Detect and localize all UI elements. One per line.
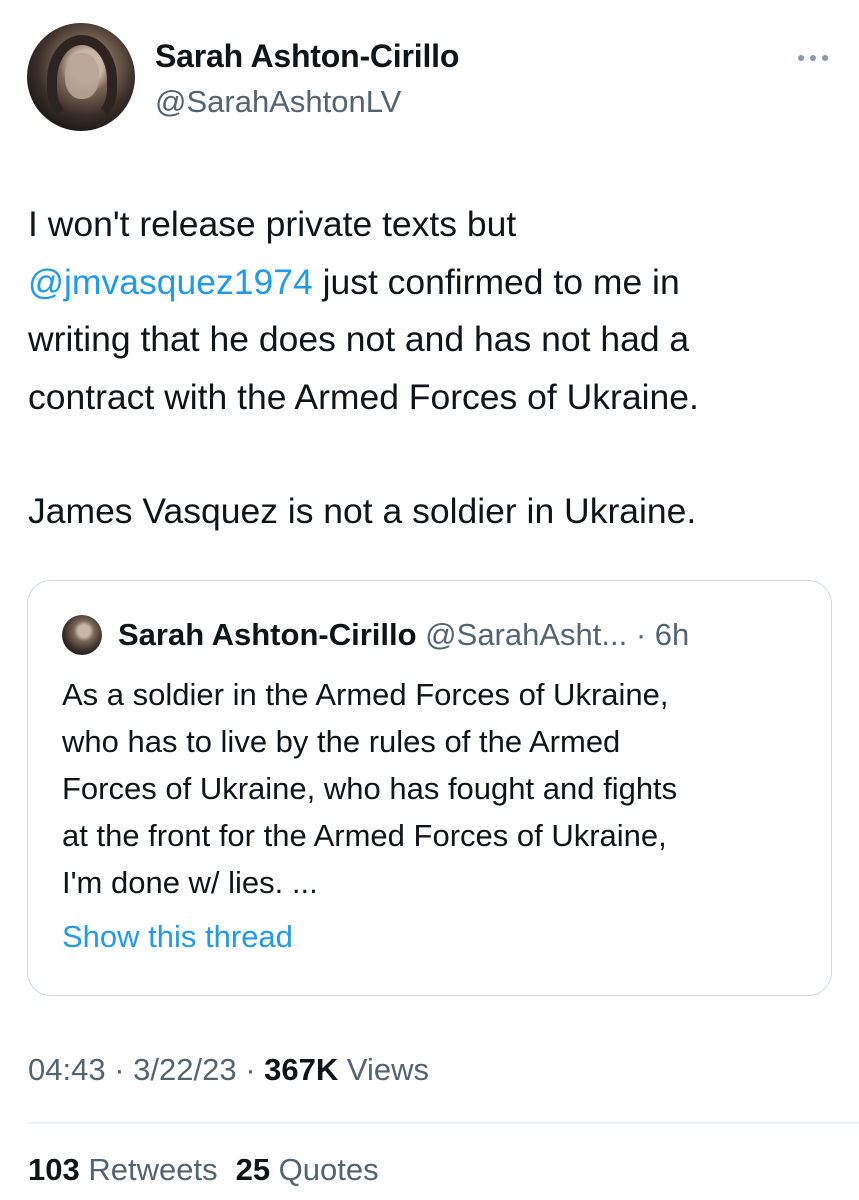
quoted-tweet-header: Sarah Ashton-Cirillo @SarahAsht... · 6h	[118, 617, 689, 653]
tweet-line: contract with the Armed Forces of Ukrain…	[28, 376, 699, 417]
retweets-stat[interactable]: 103 Retweets	[28, 1152, 218, 1187]
quoted-tweet-text: As a soldier in the Armed Forces of Ukra…	[62, 671, 812, 906]
more-dots-icon	[822, 55, 828, 61]
tweet-line: I won't release private texts but	[28, 204, 517, 244]
more-dots-icon	[810, 55, 816, 61]
quoted-tweet-line: As a soldier in the Armed Forces of Ukra…	[62, 677, 669, 712]
separator-dot: ·	[105, 1052, 134, 1087]
engagement-stats: 103 Retweets 25 Quotes	[28, 1152, 379, 1188]
quoted-author-name: Sarah Ashton-Cirillo	[118, 617, 417, 652]
quoted-tweet-line: who has to live by the rules of the Arme…	[62, 724, 621, 759]
separator-dot: ·	[236, 1052, 265, 1087]
tweet-text: I won't release private texts but @jmvas…	[28, 196, 838, 541]
tweet: Sarah Ashton-Cirillo @SarahAshtonLV I wo…	[0, 0, 859, 1200]
quotes-label: Quotes	[270, 1152, 379, 1187]
quoted-tweet-card[interactable]: Sarah Ashton-Cirillo @SarahAsht... · 6h …	[27, 580, 832, 996]
quoted-tweet-line: Forces of Ukraine, who has fought and fi…	[62, 771, 678, 806]
quoted-tweet-time: 6h	[654, 617, 690, 652]
views-count: 367K	[264, 1052, 339, 1087]
tweet-timestamp: 04:43 · 3/22/23 · 367K Views	[28, 1052, 429, 1088]
separator-dot: ·	[627, 617, 655, 652]
views-label: Views	[338, 1052, 429, 1087]
author-handle[interactable]: @SarahAshtonLV	[155, 84, 401, 120]
quoted-author-avatar	[62, 615, 102, 655]
retweets-label: Retweets	[79, 1152, 218, 1187]
quoted-author-handle: @SarahAsht...	[425, 617, 628, 652]
quotes-count: 25	[235, 1152, 271, 1187]
author-avatar[interactable]	[27, 23, 135, 131]
quotes-stat[interactable]: 25 Quotes	[236, 1152, 379, 1187]
tweet-line: @jmvasquez1974 just confirmed to me in	[28, 254, 838, 312]
quoted-tweet-line: at the front for the Armed Forces of Ukr…	[62, 818, 667, 853]
tweet-date[interactable]: 3/22/23	[133, 1052, 236, 1087]
retweets-count: 103	[28, 1152, 80, 1187]
tweet-time[interactable]: 04:43	[28, 1052, 106, 1087]
more-dots-icon	[798, 55, 804, 61]
show-thread-link[interactable]: Show this thread	[62, 919, 293, 955]
tweet-line: James Vasquez is not a soldier in Ukrain…	[28, 491, 697, 531]
tweet-line-fragment: just confirmed to me in	[312, 261, 680, 302]
quoted-tweet-line: I'm done w/ lies. ...	[62, 865, 318, 900]
more-options-button[interactable]	[791, 48, 835, 68]
author-display-name[interactable]: Sarah Ashton-Cirillo	[155, 38, 459, 75]
tweet-line: writing that he does not and has not had…	[28, 319, 690, 359]
avatar-face	[65, 53, 99, 99]
divider	[28, 1122, 859, 1124]
mention-link[interactable]: @jmvasquez1974	[28, 262, 313, 302]
